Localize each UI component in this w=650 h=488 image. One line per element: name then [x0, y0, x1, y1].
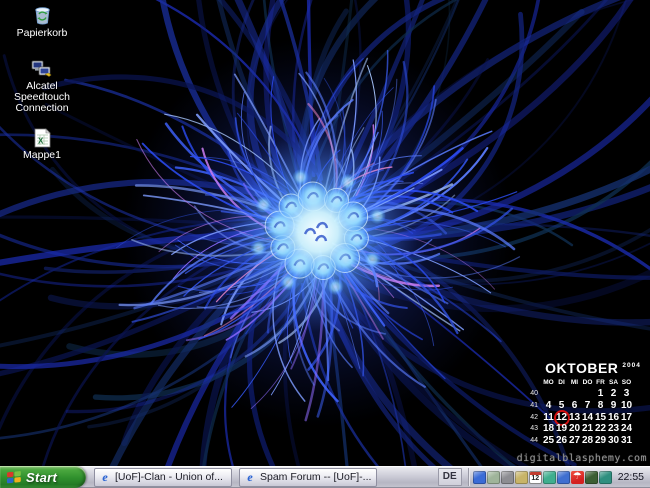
calendar-day: 28	[581, 435, 594, 447]
desktop-icon-column: Papierkorb Alcatel Speedtouch Connection	[2, 2, 82, 170]
calendar-day-header: MI	[568, 378, 581, 388]
language-indicator[interactable]: DE	[438, 468, 462, 486]
windows-messenger-icon[interactable]	[473, 471, 486, 484]
calendar-week-number: 42	[527, 412, 542, 424]
tray-divider	[468, 468, 469, 486]
calendar-day: 13	[568, 412, 581, 424]
calendar-day: 6	[568, 400, 581, 412]
taskbar-tasks: e [UoF]-Clan - Union of... e Spam Forum …	[94, 468, 377, 487]
modem-icon[interactable]	[599, 471, 612, 484]
calendar-day: 25	[542, 435, 555, 447]
taskbar-task-spam-forum[interactable]: e Spam Forum -- [UoF]-...	[239, 468, 377, 487]
desktop: Papierkorb Alcatel Speedtouch Connection	[0, 0, 650, 466]
calendar-day: 27	[568, 435, 581, 447]
calendar-day: 17	[620, 412, 633, 424]
calendar-day-header: MO	[542, 378, 555, 388]
calendar-widget: OKTOBER 2004 MODIMIDOFRSASO4012341456789…	[527, 360, 649, 447]
umbrella-glyph: ☂	[573, 472, 582, 482]
calendar-day: 8	[594, 400, 607, 412]
calendar-day: 9	[607, 400, 620, 412]
tray-calendar-icon[interactable]: 12	[529, 471, 542, 484]
wallpaper-watermark: digitalblasphemy.com	[517, 453, 647, 464]
calendar-week-number: 44	[527, 435, 542, 447]
calendar-day: 18	[542, 423, 555, 435]
task-label: [UoF]-Clan - Union of...	[115, 471, 223, 483]
start-button[interactable]: Start	[0, 466, 86, 488]
calendar-year: 2004	[622, 362, 640, 369]
calendar-day	[555, 388, 568, 400]
calendar-day: 3	[620, 388, 633, 400]
calendar-day: 30	[607, 435, 620, 447]
calendar-day: 1	[594, 388, 607, 400]
calendar-title: OKTOBER 2004	[537, 360, 649, 376]
media-tool-icon[interactable]	[515, 471, 528, 484]
calendar-day: 10	[620, 400, 633, 412]
svg-text:X: X	[38, 137, 44, 146]
recycle-bin-icon	[2, 2, 82, 26]
calendar-day: 24	[620, 423, 633, 435]
calendar-day: 7	[581, 400, 594, 412]
desktop-icon-papierkorb[interactable]: Papierkorb	[2, 2, 82, 39]
tray-calendar-day: 12	[531, 475, 539, 482]
calendar-day-header: DI	[555, 378, 568, 388]
calendar-day	[542, 388, 555, 400]
calendar-day: 16	[607, 412, 620, 424]
volume-icon[interactable]	[501, 471, 514, 484]
calendar-week-number: 41	[527, 400, 542, 412]
calendar-day: 22	[594, 423, 607, 435]
desktop-icon-label: Alcatel Speedtouch Connection	[2, 81, 82, 114]
desktop-icon-alcatel-speedtouch[interactable]: Alcatel Speedtouch Connection	[2, 55, 82, 114]
calendar-week-number: 40	[527, 388, 542, 400]
calendar-grid: MODIMIDOFRSASO40123414567891042111213141…	[527, 378, 649, 447]
calendar-day	[568, 388, 581, 400]
internet-explorer-icon: e	[244, 471, 256, 483]
calendar-day: 26	[555, 435, 568, 447]
calendar-month: OKTOBER	[545, 360, 618, 376]
taskbar-clock[interactable]: 22:55	[618, 471, 644, 483]
calendar-day: 21	[581, 423, 594, 435]
calendar-day-header: FR	[594, 378, 607, 388]
calendar-day	[581, 388, 594, 400]
calendar-day: 31	[620, 435, 633, 447]
calendar-day-header: SO	[620, 378, 633, 388]
desktop-icon-label: Papierkorb	[2, 28, 82, 39]
calendar-day-header: SA	[607, 378, 620, 388]
network-connection-icon	[2, 55, 82, 79]
calendar-corner	[527, 378, 542, 388]
windows-logo-icon	[6, 470, 22, 484]
taskbar: Start e [UoF]-Clan - Union of... e Spam …	[0, 466, 650, 488]
calendar-day: 19	[555, 423, 568, 435]
calendar-day: 4	[542, 400, 555, 412]
start-label: Start	[26, 470, 57, 485]
calendar-day: 23	[607, 423, 620, 435]
calendar-day: 15	[594, 412, 607, 424]
network-users-icon[interactable]	[557, 471, 570, 484]
calendar-day: 2	[607, 388, 620, 400]
internet-explorer-icon: e	[99, 471, 111, 483]
taskbar-task-uof-clan[interactable]: e [UoF]-Clan - Union of...	[94, 468, 232, 487]
calendar-day: 14	[581, 412, 594, 424]
graphics-tool-icon[interactable]	[585, 471, 598, 484]
calendar-day: 20	[568, 423, 581, 435]
scheduler-icon[interactable]	[487, 471, 500, 484]
excel-file-icon: X	[2, 124, 82, 148]
calendar-day-header: DO	[581, 378, 594, 388]
task-label: Spam Forum -- [UoF]-...	[260, 471, 371, 483]
calendar-week-number: 43	[527, 423, 542, 435]
spray-utility-icon[interactable]	[543, 471, 556, 484]
system-tray: 12 ☂	[473, 471, 612, 484]
desktop-icon-mappe1[interactable]: X Mappe1	[2, 124, 82, 161]
calendar-day: 12	[555, 412, 568, 424]
antivir-umbrella-icon[interactable]: ☂	[571, 471, 584, 484]
calendar-day: 29	[594, 435, 607, 447]
desktop-icon-label: Mappe1	[2, 150, 82, 161]
